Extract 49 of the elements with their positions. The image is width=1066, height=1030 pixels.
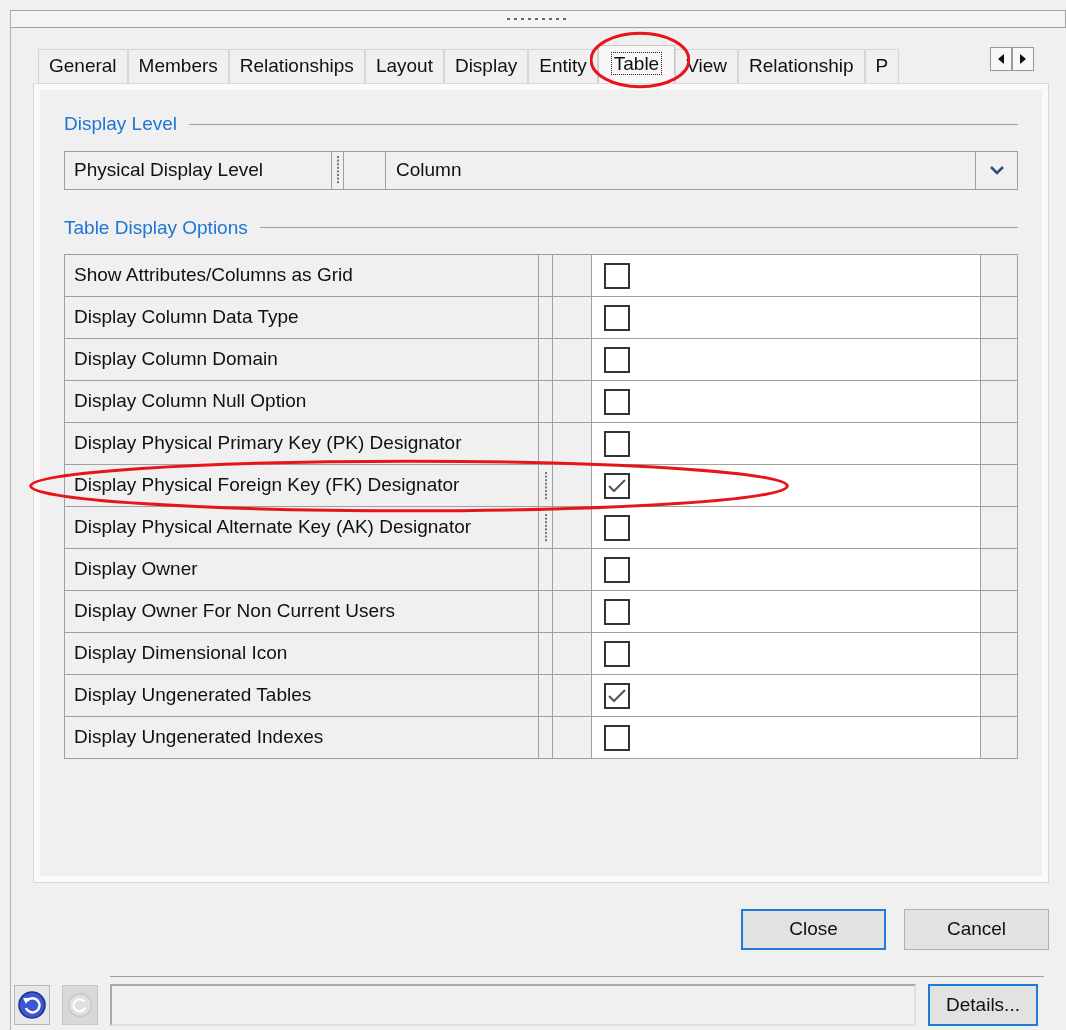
checkbox[interactable] [604,472,630,499]
checkbox[interactable] [604,388,630,415]
tab[interactable]: Layout [364,49,444,83]
checkmark-icon [608,688,626,703]
undo-icon [17,990,47,1020]
tab[interactable]: Table [597,45,676,83]
option-label: Display Ungenerated Tables [65,675,539,716]
checkbox[interactable] [604,262,630,289]
checkbox[interactable] [604,514,630,541]
tab[interactable]: General [38,49,128,83]
tab[interactable]: Members [127,49,229,83]
checkbox[interactable] [604,556,630,583]
checkbox[interactable] [604,640,630,667]
checkbox[interactable] [604,346,630,373]
group-title: Table Display Options [64,215,248,240]
checkbox[interactable] [604,430,630,457]
tab[interactable]: Entity [528,49,598,83]
option-label: Display Owner [65,549,539,590]
option-label: Display Physical Primary Key (PK) Designator [65,423,539,464]
checkmark-icon [608,478,626,493]
tab[interactable]: Relationship [738,49,865,83]
option-label: Display Physical Alternate Key (AK) Designator [65,507,539,548]
group-title: Display Level [64,112,177,136]
option-label: Display Dimensional Icon [65,633,539,674]
left-arrow-icon [998,54,1004,64]
checkbox[interactable] [604,682,630,709]
column-resize-handle[interactable] [543,512,548,543]
checkbox[interactable] [604,724,630,751]
scroll-left-button[interactable] [990,47,1012,71]
option-label: Display Ungenerated Indexes [65,717,539,758]
right-arrow-icon [1020,54,1026,64]
redo-icon [67,992,93,1018]
dialog-button[interactable]: Close [741,909,886,950]
tab[interactable]: Display [443,49,529,83]
option-label: Display Column Domain [65,339,539,380]
option-label: Display Owner For Non Current Users [65,591,539,632]
option-label: Display Column Null Option [65,381,539,422]
option-label: Show Attributes/Columns as Grid [65,255,539,296]
checkbox[interactable] [604,598,630,625]
scroll-right-button[interactable] [1012,47,1034,71]
undo-button[interactable] [14,985,50,1025]
dialog-button[interactable]: Cancel [904,909,1049,950]
option-label: Display Physical Foreign Key (FK) Designator [65,465,539,506]
tab[interactable]: Relationships [228,49,365,83]
tab[interactable]: P [864,49,900,83]
column-resize-handle[interactable] [543,470,548,501]
details-button[interactable]: Details... [928,984,1038,1026]
checkbox[interactable] [604,304,630,331]
option-label: Display Column Data Type [65,297,539,338]
